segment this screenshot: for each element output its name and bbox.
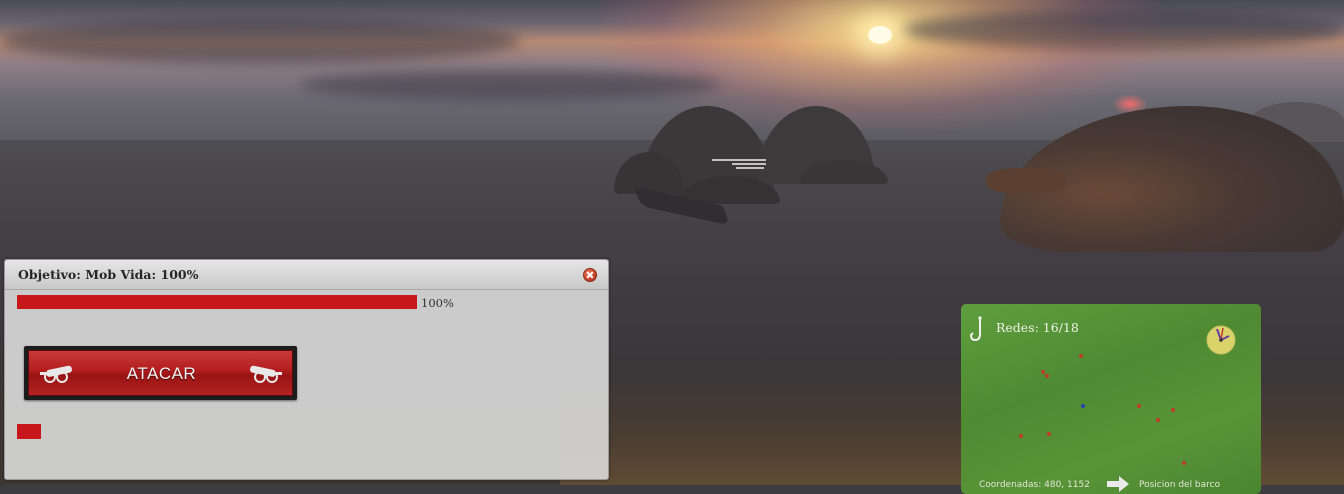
fish-marker[interactable]	[1171, 408, 1175, 412]
nets-counter: Redes: 16/18	[996, 320, 1079, 335]
player-marker	[1081, 404, 1085, 408]
cloud	[300, 70, 720, 100]
fishing-panel: Redes: 16/18 Coordenadas: 480, 1152 Posi…	[961, 304, 1261, 494]
mob-health-fill	[17, 295, 417, 309]
attack-button-face[interactable]: ATACAR	[28, 350, 293, 396]
island-rock	[986, 168, 1066, 194]
fish-marker[interactable]	[1156, 418, 1160, 422]
mob-nameplate	[736, 167, 764, 169]
sun	[868, 26, 892, 44]
arrow-right-icon[interactable]	[1105, 474, 1131, 494]
mob-health-bar	[17, 295, 417, 309]
objective-window: Objetivo: Mob Vida: 100% 100% ATACAR	[4, 259, 609, 480]
clock-icon[interactable]	[1205, 324, 1237, 356]
cannon-icon	[250, 365, 282, 383]
status-indicator	[17, 424, 41, 439]
fish-marker[interactable]	[1137, 404, 1141, 408]
fish-marker[interactable]	[1079, 354, 1083, 358]
mob-nameplate	[732, 163, 766, 165]
fish-marker[interactable]	[1041, 370, 1045, 374]
cloud	[0, 18, 520, 64]
fish-marker[interactable]	[1019, 434, 1023, 438]
ship-position-text: Posicion del barco	[1139, 480, 1221, 490]
cloud	[900, 10, 1344, 50]
coordinates-text: Coordenadas: 480, 1152	[979, 480, 1090, 490]
fish-marker[interactable]	[1182, 461, 1186, 465]
objective-window-header[interactable]: Objetivo: Mob Vida: 100%	[5, 260, 608, 290]
attack-button[interactable]: ATACAR	[24, 346, 297, 400]
mob-nameplate	[712, 159, 766, 161]
mob-health-percent: 100%	[421, 296, 454, 310]
close-icon[interactable]	[583, 268, 597, 282]
fish-marker[interactable]	[1047, 432, 1051, 436]
fishing-hook-icon	[969, 316, 982, 342]
fishing-panel-footer: Coordenadas: 480, 1152 Posicion del barc…	[979, 476, 1249, 494]
objective-title: Objetivo: Mob Vida: 100%	[18, 267, 199, 282]
fish-marker[interactable]	[1045, 374, 1049, 378]
